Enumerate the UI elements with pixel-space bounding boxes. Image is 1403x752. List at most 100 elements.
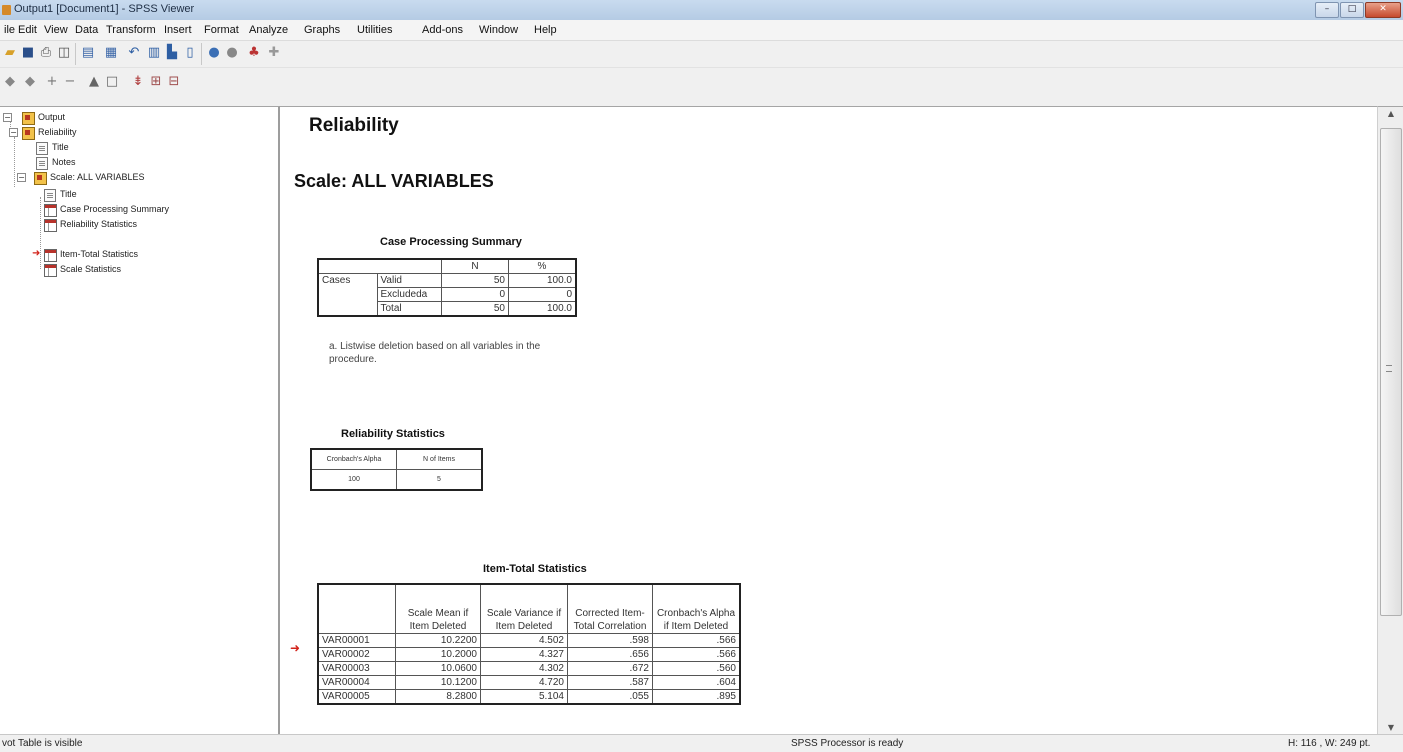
column-header: N xyxy=(441,258,509,274)
column-header: Cronbach's Alpha if Item Deleted xyxy=(652,583,741,634)
page-title: Reliability xyxy=(309,115,399,136)
outline-pane: − Output − Reliability Title Notes − Sca… xyxy=(0,106,280,735)
variables-icon[interactable]: ▯ xyxy=(182,45,198,61)
scroll-grip-icon xyxy=(1386,365,1392,372)
case-processing-table[interactable]: N % Cases Valid 50 100.0 Excludeda 0 0 T… xyxy=(317,258,577,317)
outline-item-notes[interactable]: Notes xyxy=(52,156,76,169)
insert-output-icon[interactable]: ♣ xyxy=(246,45,262,61)
expand-toggle-scale[interactable]: − xyxy=(17,173,26,182)
outline-item-scale[interactable]: Scale: ALL VARIABLES xyxy=(50,171,145,184)
case-processing-table-icon xyxy=(44,204,57,217)
column-header: Scale Variance if Item Deleted xyxy=(480,583,568,634)
outline-toolbar: ◆ ◆ + − ▲ □ ⇟ ⊞ ⊟ xyxy=(0,70,1403,96)
table-cell: 5.104 xyxy=(480,689,568,705)
hide-icon[interactable]: □ xyxy=(104,74,120,90)
menu-transform[interactable]: Transform xyxy=(106,24,156,36)
expand-icon[interactable]: + xyxy=(44,74,60,90)
item-total-table[interactable]: Scale Mean if Item Deleted Scale Varianc… xyxy=(317,583,741,705)
table-row: Total 50 100.0 xyxy=(317,301,577,317)
outline-item-item-total[interactable]: Item-Total Statistics xyxy=(60,248,138,261)
row-label-text: Excluded xyxy=(380,289,422,300)
table-cell xyxy=(317,258,377,274)
menu-window[interactable]: Window xyxy=(479,24,518,36)
table-row: VAR00003 10.0600 4.302 .672 .560 xyxy=(317,661,741,676)
column-header: Cronbach's Alpha xyxy=(310,448,397,470)
table-cell: 100 xyxy=(310,469,397,491)
print-icon[interactable]: ⎙ xyxy=(38,45,54,61)
export-icon[interactable]: ▤ xyxy=(80,45,96,61)
menu-graphs[interactable]: Graphs xyxy=(304,24,340,36)
menu-format[interactable]: Format xyxy=(204,24,239,36)
row-label: VAR00004 xyxy=(317,675,396,690)
print-preview-icon[interactable]: ◫ xyxy=(56,45,72,61)
menu-utilities[interactable]: Utilities xyxy=(357,24,392,36)
item-total-table-icon xyxy=(44,249,57,262)
scroll-thumb[interactable] xyxy=(1380,128,1402,616)
menu-edit[interactable]: Edit xyxy=(18,24,37,36)
menu-addons[interactable]: Add-ons xyxy=(422,24,463,36)
reliability-stats-table[interactable]: Cronbach's Alpha N of Items 100 5 xyxy=(310,448,483,491)
menu-view[interactable]: View xyxy=(44,24,68,36)
table-corner-cell xyxy=(317,583,396,634)
table-footnote: a. Listwise deletion based on all variab… xyxy=(329,341,541,365)
scale-heading: Scale: ALL VARIABLES xyxy=(294,171,494,191)
table-row: Cases Valid 50 100.0 xyxy=(317,273,577,288)
dialog-recall-icon[interactable]: ▦ xyxy=(103,45,119,61)
expand-toggle-reliability[interactable]: − xyxy=(9,128,18,137)
column-header: N of Items xyxy=(396,448,483,470)
scale-stats-table-icon xyxy=(44,264,57,277)
row-label: Valid xyxy=(376,273,442,288)
insert-text-icon[interactable]: ⊟ xyxy=(166,74,182,90)
outline-item-reliability[interactable]: Reliability xyxy=(38,126,77,139)
output-book-icon xyxy=(22,112,35,125)
designate-window-icon[interactable]: ● xyxy=(224,45,240,61)
menu-file[interactable]: ile xyxy=(4,24,15,36)
column-header: Corrected Item-Total Correlation xyxy=(567,583,653,634)
goto-data-icon[interactable]: ▥ xyxy=(146,45,162,61)
vertical-scrollbar[interactable]: ▲ ▼ xyxy=(1377,106,1403,735)
run-script-icon[interactable]: ✚ xyxy=(266,45,282,61)
menu-analyze[interactable]: Analyze xyxy=(249,24,288,36)
table-row: VAR00001 10.2200 4.502 .598 .566 xyxy=(317,633,741,648)
status-processor: SPSS Processor is ready xyxy=(791,738,904,749)
save-icon[interactable]: ■ xyxy=(20,45,36,61)
outline-item-case-processing[interactable]: Case Processing Summary xyxy=(60,203,169,216)
expand-toggle-output[interactable]: − xyxy=(3,113,12,122)
scroll-up-arrow-icon[interactable]: ▲ xyxy=(1378,107,1403,121)
table-cell: 10.2000 xyxy=(395,647,481,662)
table-cell: .604 xyxy=(652,675,741,690)
menu-insert[interactable]: Insert xyxy=(164,24,192,36)
promote-icon[interactable]: ◆ xyxy=(2,74,18,90)
maximize-button[interactable]: □ xyxy=(1340,2,1364,18)
case-processing-title: Case Processing Summary xyxy=(380,236,522,248)
show-all-icon[interactable]: ● xyxy=(206,45,222,61)
demote-icon[interactable]: ◆ xyxy=(22,74,38,90)
minimize-button[interactable]: – xyxy=(1315,2,1339,18)
row-group-label: Cases xyxy=(317,273,378,288)
table-cell: 0 xyxy=(441,287,509,302)
menu-help[interactable]: Help xyxy=(534,24,557,36)
table-cell: 4.502 xyxy=(480,633,568,648)
undo-icon[interactable]: ↶ xyxy=(126,45,142,61)
outline-item-scale-stats[interactable]: Scale Statistics xyxy=(60,263,121,276)
close-button[interactable]: ✕ xyxy=(1365,2,1401,18)
table-cell: 4.327 xyxy=(480,647,568,662)
collapse-icon[interactable]: − xyxy=(62,74,78,90)
open-icon[interactable]: ▰ xyxy=(2,45,18,61)
scroll-down-arrow-icon[interactable]: ▼ xyxy=(1378,721,1403,735)
reliability-book-icon xyxy=(22,127,35,140)
table-cell: 5 xyxy=(396,469,483,491)
outline-item-reliability-stats[interactable]: Reliability Statistics xyxy=(60,218,137,231)
goto-variable-icon[interactable]: ▙ xyxy=(164,45,180,61)
table-row: VAR00004 10.1200 4.720 .587 .604 xyxy=(317,675,741,690)
scale-title-doc-icon xyxy=(44,189,56,202)
table-cell: 10.1200 xyxy=(395,675,481,690)
outline-item-output[interactable]: Output xyxy=(38,111,65,124)
menu-data[interactable]: Data xyxy=(75,24,98,36)
insert-heading-icon[interactable]: ⇟ xyxy=(130,74,146,90)
show-icon[interactable]: ▲ xyxy=(86,74,102,90)
insert-title-icon[interactable]: ⊞ xyxy=(148,74,164,90)
item-total-title: Item-Total Statistics xyxy=(483,563,587,575)
outline-item-title[interactable]: Title xyxy=(52,141,69,154)
outline-item-scale-title[interactable]: Title xyxy=(60,188,77,201)
